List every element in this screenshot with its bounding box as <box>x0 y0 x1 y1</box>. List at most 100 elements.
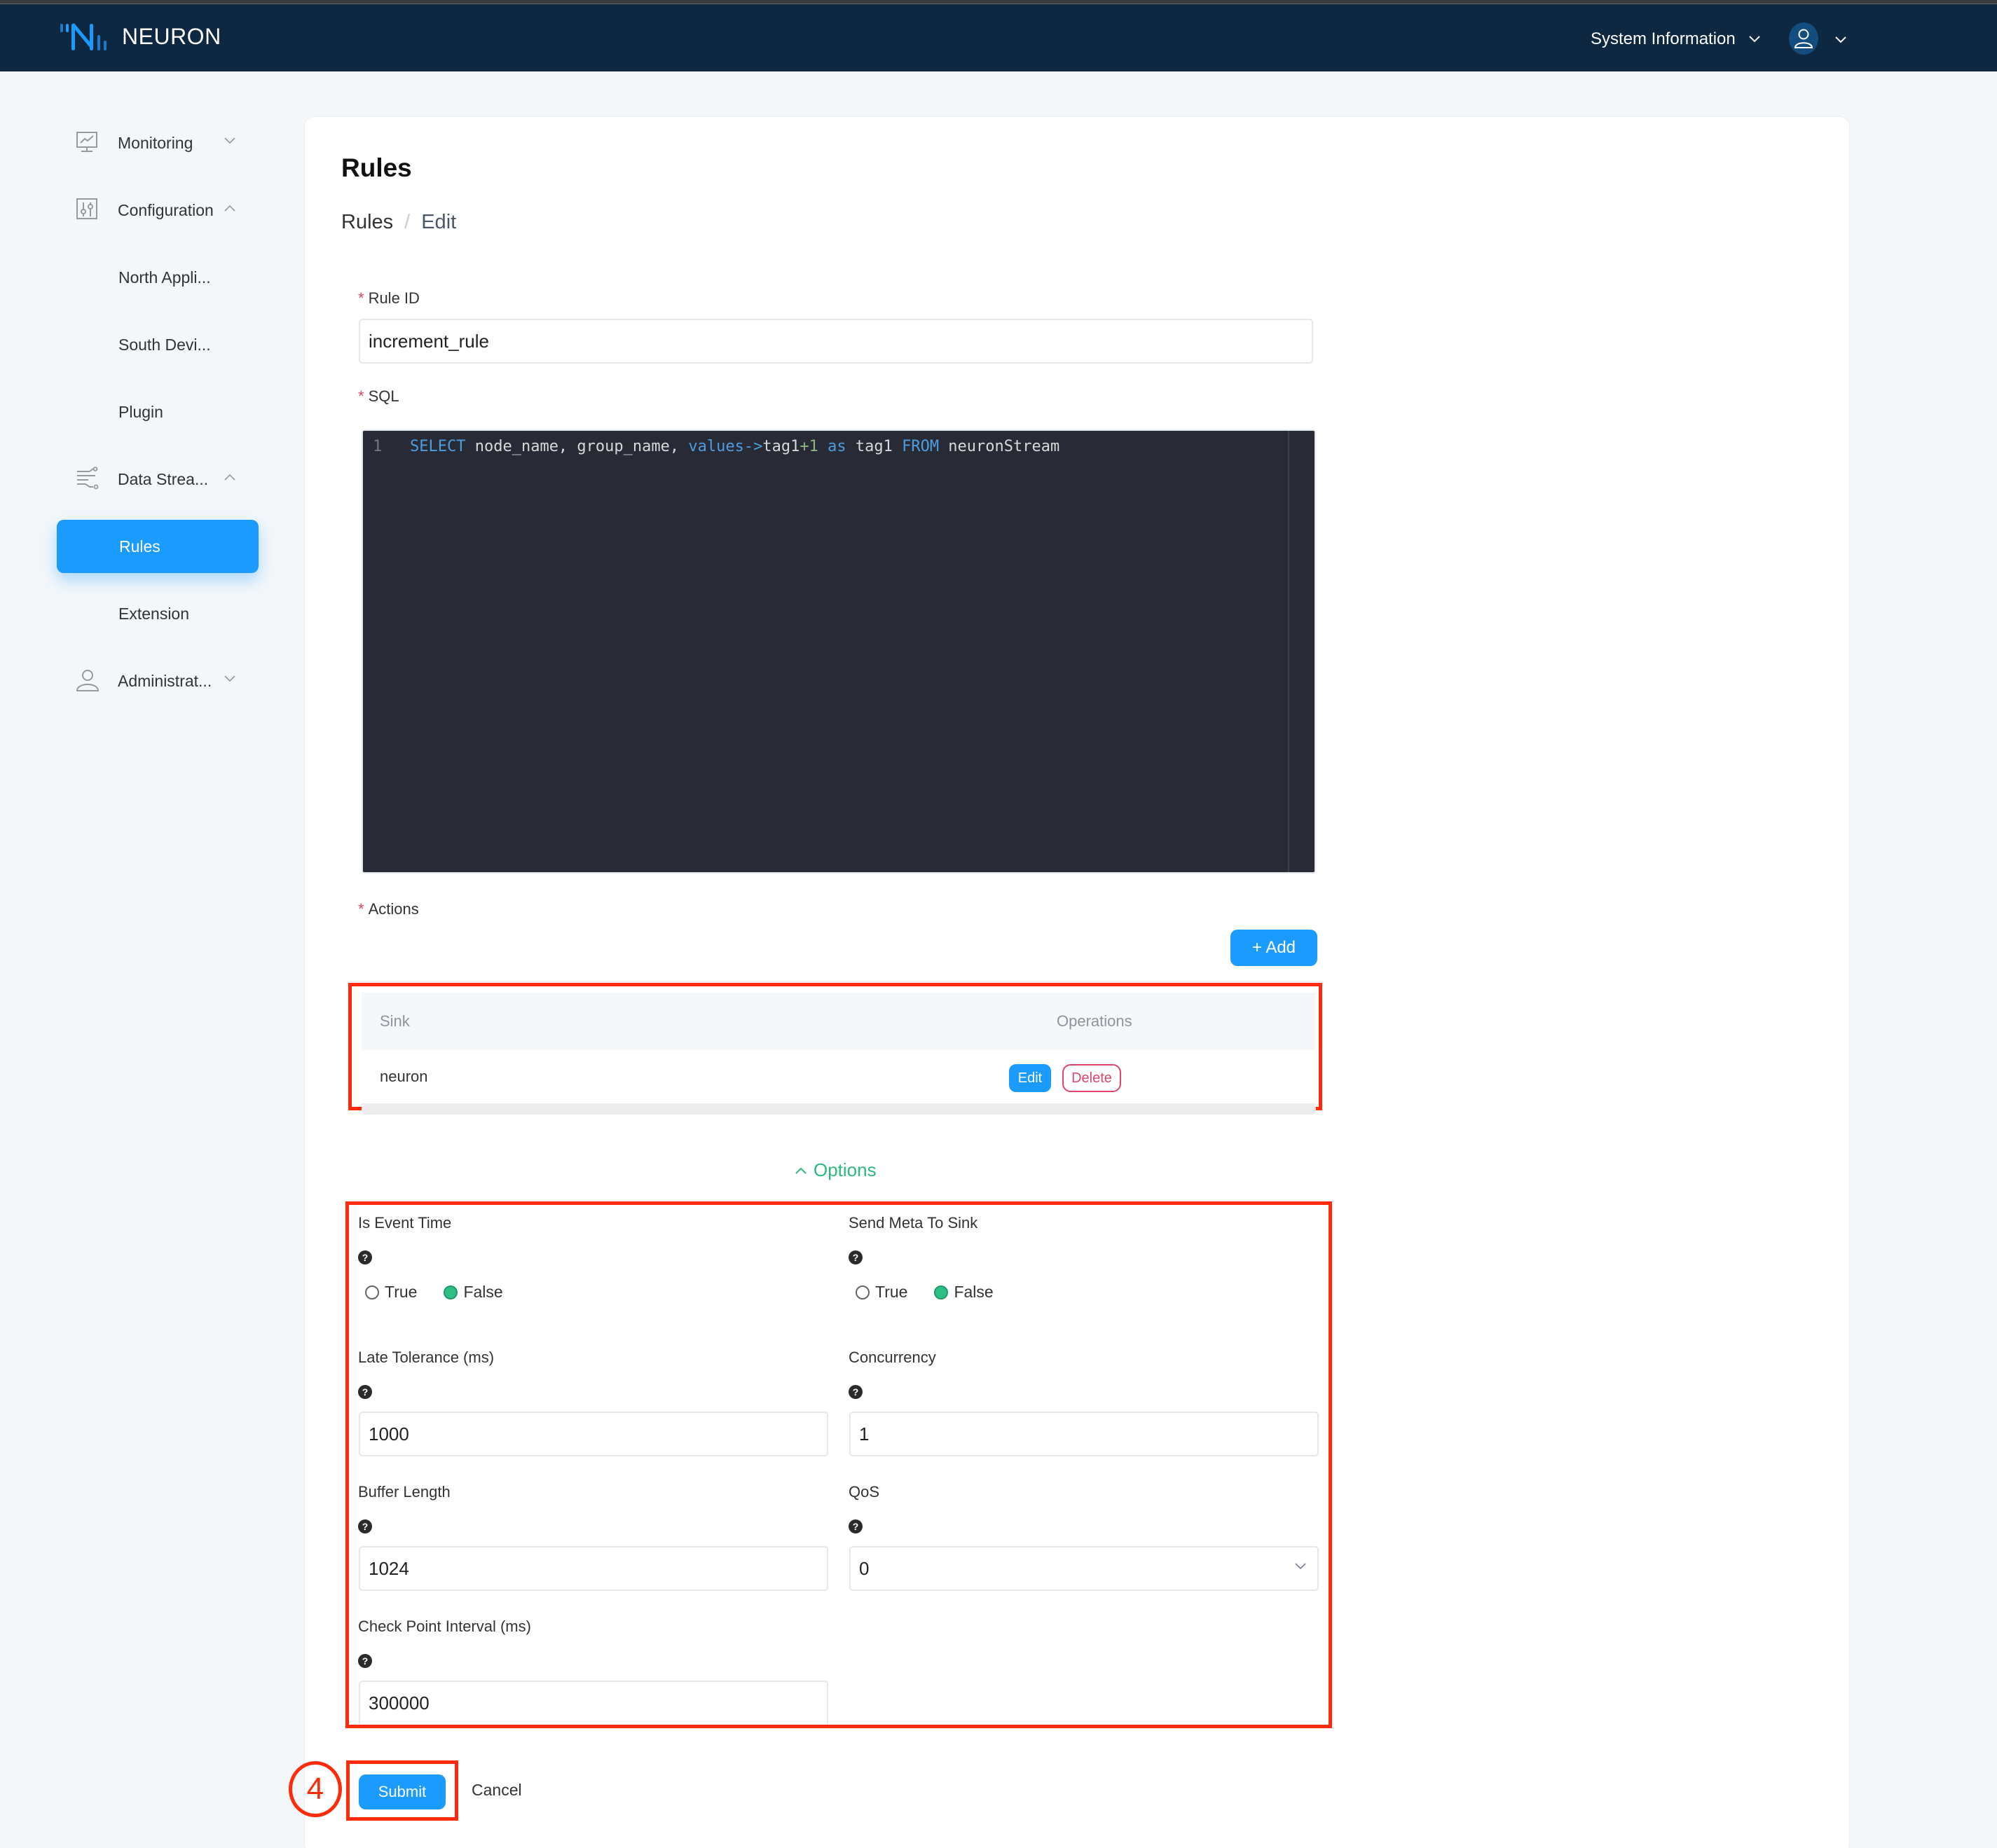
data-stream-icon <box>77 467 99 490</box>
column-header-operations: Operations <box>1057 1012 1132 1030</box>
late-tolerance-label: Late Tolerance (ms) <box>358 1349 495 1366</box>
edit-action-button[interactable]: Edit <box>1009 1064 1051 1092</box>
late-tolerance-input[interactable]: 1000 <box>359 1412 828 1456</box>
chevron-up-icon <box>795 1167 807 1174</box>
table-horizontal-scrollbar[interactable] <box>362 1105 1316 1115</box>
brand-name: NEURON <box>122 23 221 49</box>
send-meta-false-radio[interactable]: False <box>934 1283 994 1302</box>
help-icon[interactable]: ? <box>358 1250 372 1264</box>
chevron-up-icon <box>224 205 235 212</box>
editor-gutter-divider <box>1288 431 1289 872</box>
sidebar-item-administration[interactable]: Administrat... <box>56 654 259 708</box>
user-avatar[interactable] <box>1789 22 1818 55</box>
buffer-length-input[interactable]: 1024 <box>359 1546 828 1591</box>
radio-circle-selected <box>934 1285 949 1299</box>
concurrency-input[interactable]: 1 <box>849 1412 1319 1456</box>
help-icon[interactable]: ? <box>849 1519 863 1533</box>
rule-id-label: * Rule ID <box>358 289 420 307</box>
is-event-time-true-radio[interactable]: True <box>365 1283 417 1302</box>
neuron-logo-icon <box>60 23 107 50</box>
sidebar-item-configuration[interactable]: Configuration <box>56 184 259 237</box>
sink-name: neuron <box>380 1068 428 1085</box>
sql-keyword: FROM <box>902 438 940 455</box>
radio-circle <box>365 1285 379 1299</box>
chevron-down-icon <box>1295 1563 1306 1570</box>
sql-text: tag1 <box>846 438 903 455</box>
actions-table: Sink Operations neuron Edit Delete <box>362 993 1316 1115</box>
sidebar-item-south-devices[interactable]: South Devi... <box>56 318 259 371</box>
add-action-button[interactable]: + Add <box>1230 930 1317 966</box>
chevron-down-icon <box>224 675 235 682</box>
column-header-sink: Sink <box>380 1012 410 1030</box>
is-event-time-radio-group: True False <box>365 1283 530 1302</box>
send-meta-to-sink-label: Send Meta To Sink <box>849 1214 978 1232</box>
table-header: Sink Operations <box>362 993 1316 1050</box>
cancel-button[interactable]: Cancel <box>472 1781 522 1800</box>
monitor-chart-icon <box>76 132 97 152</box>
sliders-icon <box>76 198 97 219</box>
sql-keyword: SELECT <box>410 438 466 455</box>
chevron-up-icon <box>224 474 235 481</box>
top-navbar: NEURON System Information <box>0 4 1997 71</box>
qos-select[interactable]: 0 <box>849 1546 1319 1591</box>
options-toggle[interactable]: Options <box>795 1159 877 1181</box>
rule-id-input[interactable]: increment_rule <box>359 319 1313 364</box>
user-menu-chevron-icon[interactable] <box>1834 36 1847 44</box>
sql-label: * SQL <box>358 387 399 405</box>
user-icon <box>76 670 99 691</box>
sql-editor[interactable]: 1 SELECT node_name, group_name, values->… <box>362 429 1316 874</box>
qos-label: QoS <box>849 1483 880 1501</box>
actions-label: * Actions <box>358 900 419 918</box>
required-asterisk: * <box>358 387 364 405</box>
sql-keyword: as <box>828 438 846 455</box>
line-number: 1 <box>373 438 383 455</box>
delete-action-button[interactable]: Delete <box>1062 1064 1121 1092</box>
is-event-time-label: Is Event Time <box>358 1214 452 1232</box>
help-icon[interactable]: ? <box>358 1519 372 1533</box>
required-asterisk: * <box>358 289 364 307</box>
is-event-time-false-radio[interactable]: False <box>444 1283 503 1302</box>
sql-keyword: values <box>688 438 744 455</box>
system-information-label: System Information <box>1591 29 1736 48</box>
breadcrumb-edit: Edit <box>421 211 457 233</box>
chevron-down-icon <box>224 137 235 144</box>
sql-text: tag1 <box>762 438 800 455</box>
user-icon <box>1794 29 1813 48</box>
sidebar-item-data-stream[interactable]: Data Strea... <box>56 453 259 506</box>
check-point-interval-input[interactable]: 300000 <box>359 1681 828 1724</box>
highlight-options-section <box>345 1201 1332 1728</box>
breadcrumb-rules[interactable]: Rules <box>341 211 393 234</box>
send-meta-radio-group: True False <box>856 1283 1020 1302</box>
sql-operator: +1 <box>800 438 818 455</box>
radio-circle-selected <box>444 1285 458 1299</box>
help-icon[interactable]: ? <box>849 1385 863 1399</box>
submit-button[interactable]: Submit <box>359 1774 446 1809</box>
chevron-down-icon <box>1749 36 1760 43</box>
help-icon[interactable]: ? <box>358 1385 372 1399</box>
required-asterisk: * <box>358 900 364 918</box>
concurrency-label: Concurrency <box>849 1349 936 1366</box>
sql-text: neuronStream <box>939 438 1060 455</box>
step-number-badge: 4 <box>289 1761 342 1817</box>
help-icon[interactable]: ? <box>849 1250 863 1264</box>
sql-code-line: SELECT node_name, group_name, values->ta… <box>410 438 1059 455</box>
buffer-length-label: Buffer Length <box>358 1483 451 1501</box>
sidebar-item-plugin[interactable]: Plugin <box>56 385 259 439</box>
breadcrumb-separator: / <box>404 211 411 233</box>
radio-circle <box>856 1285 870 1299</box>
sidebar-item-north-apps[interactable]: North Appli... <box>56 251 259 304</box>
send-meta-true-radio[interactable]: True <box>856 1283 907 1302</box>
sidebar-item-rules[interactable]: Rules <box>57 520 259 573</box>
check-point-interval-label: Check Point Interval (ms) <box>358 1618 531 1635</box>
rule-edit-card: Rules Rules / Edit * Rule ID increment_ru… <box>304 116 1850 1848</box>
page-title: Rules <box>341 153 412 182</box>
system-information-menu[interactable]: System Information <box>1591 29 1761 49</box>
breadcrumb: Rules / Edit <box>341 211 456 234</box>
sidebar-item-extension[interactable]: Extension <box>56 587 259 640</box>
brand-logo[interactable]: NEURON <box>59 20 221 53</box>
help-icon[interactable]: ? <box>358 1654 372 1668</box>
table-row: neuron Edit Delete <box>362 1050 1316 1105</box>
sidebar-item-monitoring[interactable]: Monitoring <box>56 116 259 170</box>
sql-text: node_name, group_name, <box>465 438 689 455</box>
